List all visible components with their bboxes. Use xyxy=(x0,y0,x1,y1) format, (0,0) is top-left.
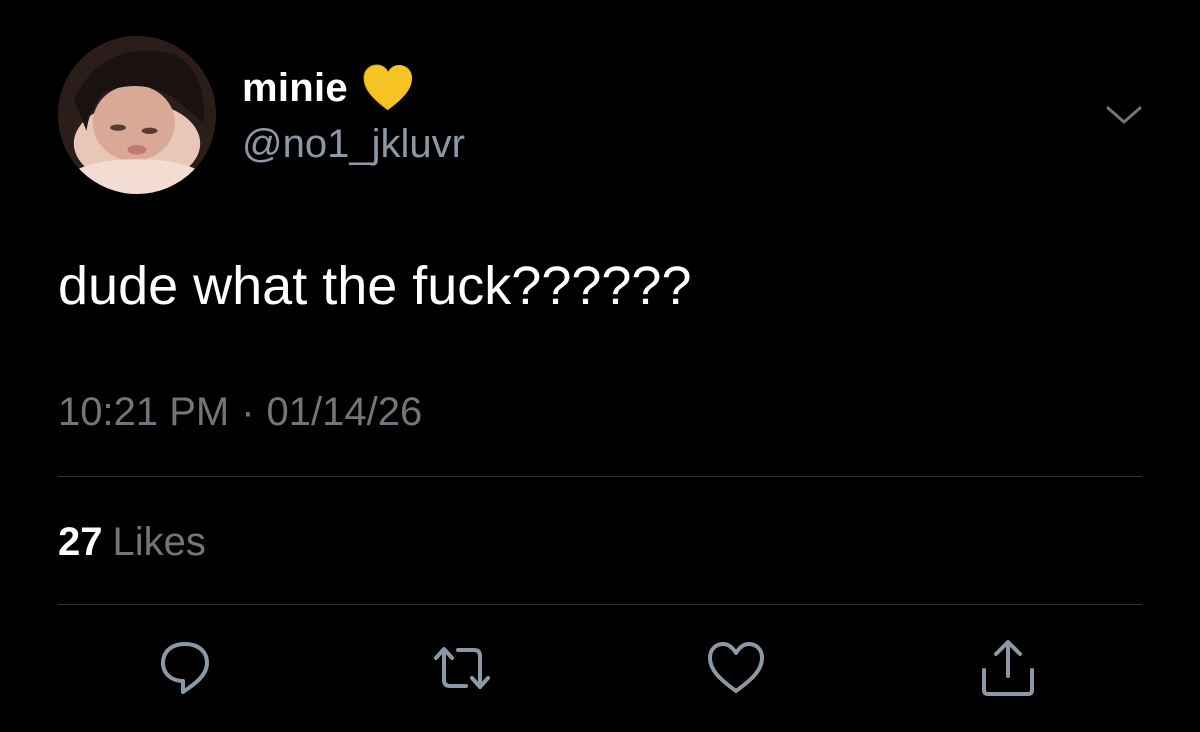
meta-separator: · xyxy=(241,390,255,434)
user-handle[interactable]: @no1_jkluvr xyxy=(242,122,465,167)
avatar-photo xyxy=(58,36,216,194)
chevron-down-icon[interactable] xyxy=(1104,100,1144,130)
action-bar xyxy=(0,636,1200,700)
retweet-button[interactable] xyxy=(430,636,494,700)
tweet-detail: minie @no1_jkluvr dude what the fuck????… xyxy=(0,0,1200,732)
yellow-heart-icon xyxy=(362,64,414,112)
tweet-date: 01/14/26 xyxy=(266,390,423,434)
share-button[interactable] xyxy=(976,636,1040,700)
likes-label: Likes xyxy=(112,520,206,564)
reply-icon xyxy=(161,642,209,694)
tweet-timestamp[interactable]: 10:21 PM · 01/14/26 xyxy=(58,390,422,435)
divider xyxy=(58,604,1142,605)
divider xyxy=(58,476,1142,477)
display-name[interactable]: minie xyxy=(242,66,348,111)
tweet-time: 10:21 PM xyxy=(58,390,230,434)
likes-count: 27 xyxy=(58,520,103,564)
like-button[interactable] xyxy=(704,636,768,700)
reply-button[interactable] xyxy=(153,636,217,700)
share-icon xyxy=(982,640,1034,696)
retweet-icon xyxy=(434,647,490,689)
likes-stat[interactable]: 27 Likes xyxy=(58,520,206,565)
like-icon xyxy=(708,642,764,693)
user-name-row[interactable]: minie xyxy=(242,64,414,112)
avatar[interactable] xyxy=(58,36,216,194)
tweet-text: dude what the fuck?????? xyxy=(58,256,692,316)
